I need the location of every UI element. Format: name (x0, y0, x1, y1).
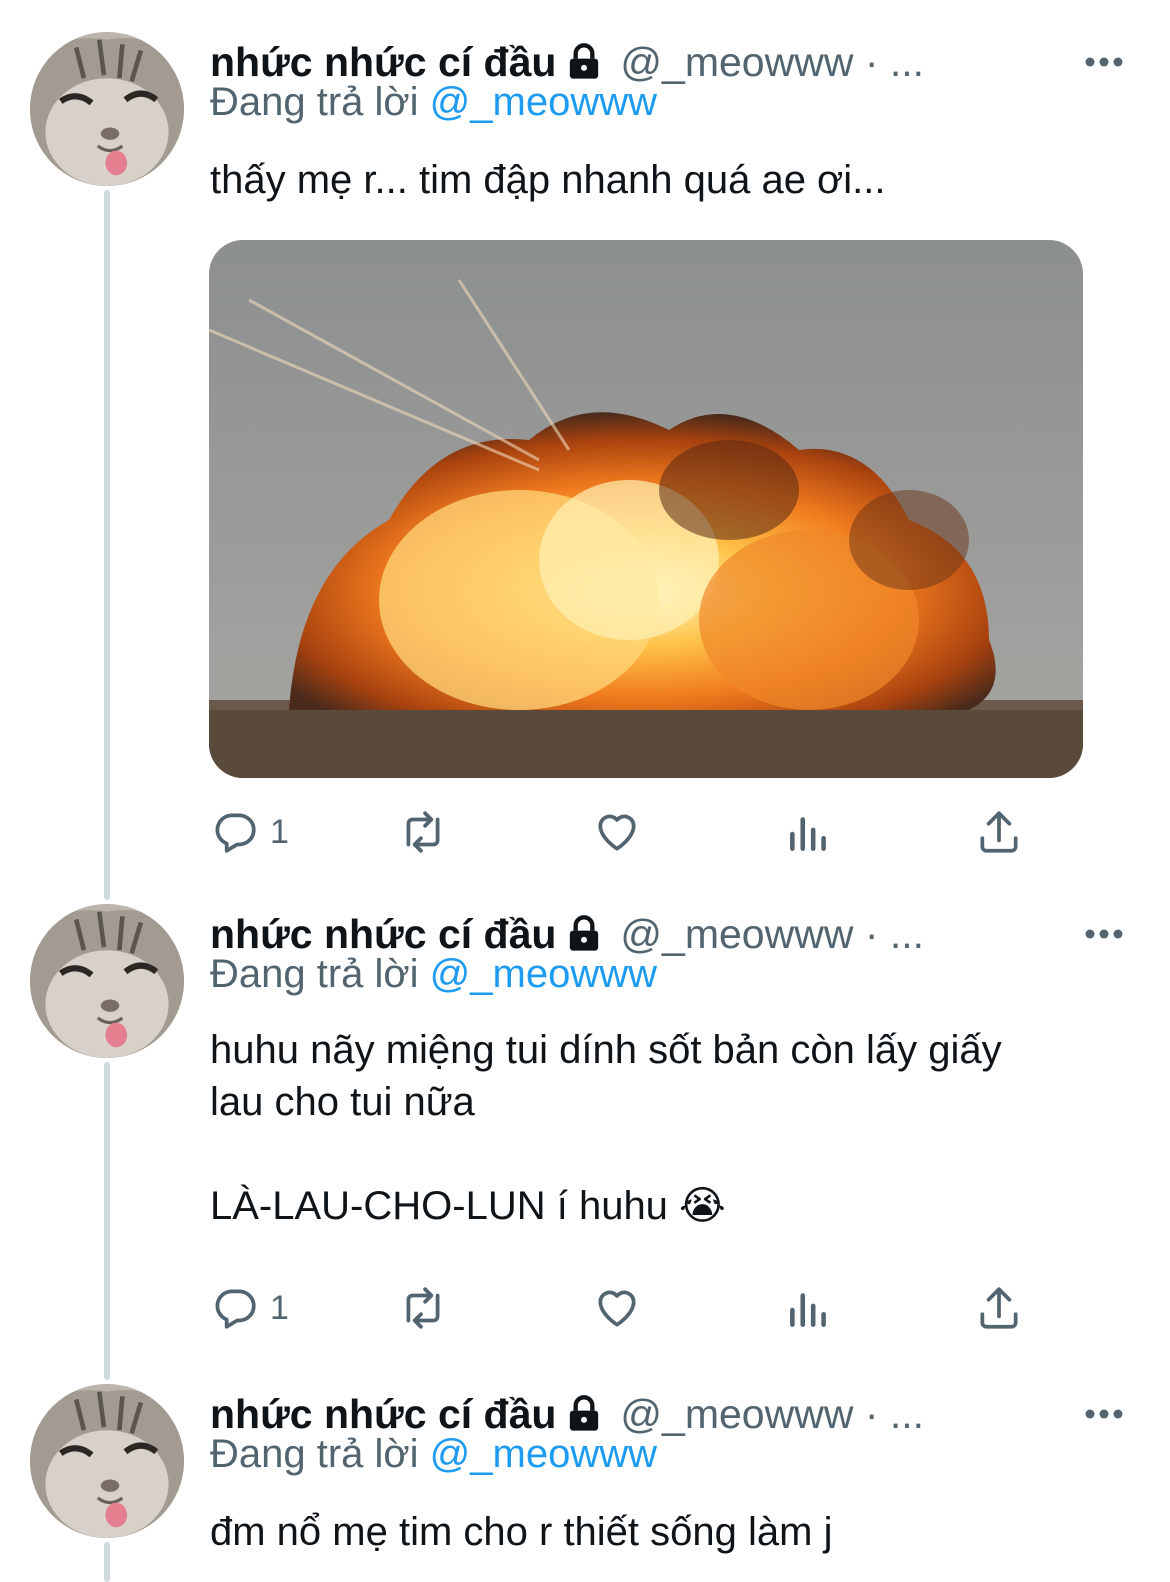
avatar[interactable] (30, 1384, 184, 1538)
like-button[interactable] (592, 802, 642, 862)
share-button[interactable] (974, 802, 1024, 862)
retweet-button[interactable] (398, 1278, 448, 1338)
tweet[interactable]: nhức nhức cí đầu @_meowww · ... Đang trả… (0, 1384, 1170, 1575)
reply-icon (215, 813, 256, 853)
share-icon (980, 811, 1018, 853)
display-name[interactable]: nhức nhức cí đầu (210, 911, 556, 958)
tweet-actions: 1 (210, 802, 1050, 862)
views-button[interactable] (784, 802, 834, 862)
share-icon (980, 1287, 1018, 1329)
reply-context: Đang trả lời @_meowww (210, 952, 657, 997)
retweet-icon (406, 1287, 440, 1329)
handle[interactable]: @_meowww · ... (620, 39, 924, 86)
more-icon[interactable] (1084, 50, 1124, 74)
reply-button[interactable]: 1 (210, 802, 289, 862)
display-name[interactable]: nhức nhức cí đầu (210, 39, 556, 86)
retweet-icon (406, 811, 440, 853)
lock-icon (564, 42, 604, 82)
retweet-button[interactable] (398, 802, 448, 862)
reply-prefix: Đang trả lời (210, 952, 419, 996)
reply-context: Đang trả lời @_meowww (210, 1432, 657, 1477)
reply-context: Đang trả lời @_meowww (210, 80, 657, 125)
more-icon[interactable] (1084, 1402, 1124, 1426)
heart-icon (598, 814, 636, 851)
tweet[interactable]: nhức nhức cí đầu @_meowww · ... Đang trả… (0, 32, 1170, 872)
share-button[interactable] (974, 1278, 1024, 1338)
reply-mention[interactable]: @_meowww (430, 1432, 657, 1476)
avatar[interactable] (30, 904, 184, 1058)
handle[interactable]: @_meowww · ... (620, 1391, 924, 1438)
tweet-text: thấy mẹ r... tim đập nhanh quá ae ơi... (210, 158, 886, 202)
reply-prefix: Đang trả lời (210, 80, 419, 124)
tweet-media-explosion[interactable] (209, 240, 1083, 778)
more-icon[interactable] (1084, 922, 1124, 946)
handle[interactable]: @_meowww · ... (620, 911, 924, 958)
like-button[interactable] (592, 1278, 642, 1338)
lock-icon (564, 1394, 604, 1434)
reply-mention[interactable]: @_meowww (430, 80, 657, 124)
avatar[interactable] (30, 32, 184, 186)
heart-icon (598, 1290, 636, 1327)
reply-mention[interactable]: @_meowww (430, 952, 657, 996)
tweet-text: huhu nãy miệng tui dính sốt bản còn lấy … (210, 1028, 1002, 1228)
tweet-text: đm nổ mẹ tim cho r thiết sống làm j (210, 1510, 833, 1554)
views-icon (790, 817, 826, 851)
reply-icon (215, 1289, 256, 1329)
tweet[interactable]: nhức nhức cí đầu @_meowww · ... Đang trả… (0, 904, 1170, 1344)
lock-icon (564, 914, 604, 954)
reply-prefix: Đang trả lời (210, 1432, 419, 1476)
tweet-actions: 1 (210, 1278, 1050, 1338)
views-icon (790, 1293, 826, 1327)
display-name[interactable]: nhức nhức cí đầu (210, 1391, 556, 1438)
reply-button[interactable]: 1 (210, 1278, 289, 1338)
views-button[interactable] (784, 1278, 834, 1338)
reply-count: 1 (270, 1288, 289, 1327)
reply-count: 1 (270, 812, 289, 851)
